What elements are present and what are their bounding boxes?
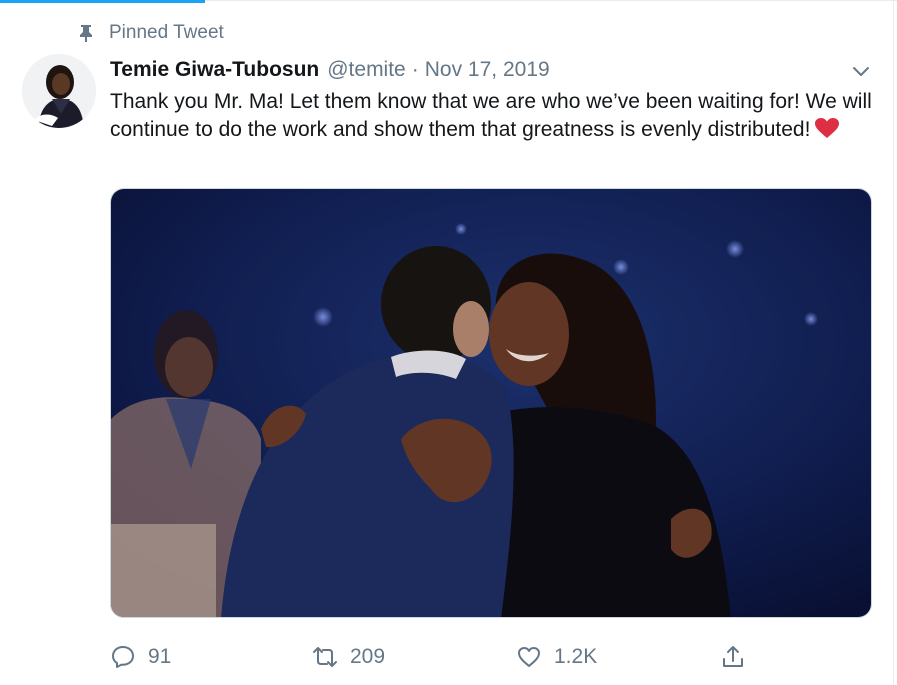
chevron-down-icon[interactable] xyxy=(850,60,872,82)
reply-icon xyxy=(112,646,134,668)
tweet-header: Temie Giwa-Tubosun @temite · Nov 17, 201… xyxy=(110,55,550,85)
retweet-button[interactable]: 209 xyxy=(312,640,385,674)
tweet-photo[interactable] xyxy=(110,188,872,618)
author-handle[interactable]: @temite xyxy=(327,58,406,82)
author-avatar[interactable] xyxy=(22,54,96,128)
share-icon xyxy=(723,646,743,667)
active-tab-indicator xyxy=(0,0,205,3)
retweet-count: 209 xyxy=(350,645,386,668)
reply-button[interactable]: 91 xyxy=(110,640,171,674)
red-heart-emoji xyxy=(815,118,840,138)
pinned-tweet-row: Pinned Tweet xyxy=(78,20,224,46)
like-count: 1.2K xyxy=(554,645,598,668)
reply-count: 91 xyxy=(148,645,172,668)
retweet-icon xyxy=(313,647,337,667)
tweet-date[interactable]: Nov 17, 2019 xyxy=(425,58,550,82)
header-separator: · xyxy=(411,58,419,81)
timeline-right-border xyxy=(893,0,894,685)
avatar-photo xyxy=(22,54,96,128)
photo-image xyxy=(111,189,871,617)
tweet-text-body: Thank you Mr. Ma! Let them know that we … xyxy=(110,90,872,141)
tweet-actions: 91 209 1.2K xyxy=(110,640,850,674)
heart-icon xyxy=(518,647,540,667)
author-display-name[interactable]: Temie Giwa-Tubosun xyxy=(110,58,319,82)
share-button[interactable] xyxy=(720,640,746,674)
like-button[interactable]: 1.2K xyxy=(516,640,597,674)
tweet-text: Thank you Mr. Ma! Let them know that we … xyxy=(110,88,880,144)
pinned-tweet-label: Pinned Tweet xyxy=(109,22,224,43)
pin-icon xyxy=(80,25,92,42)
